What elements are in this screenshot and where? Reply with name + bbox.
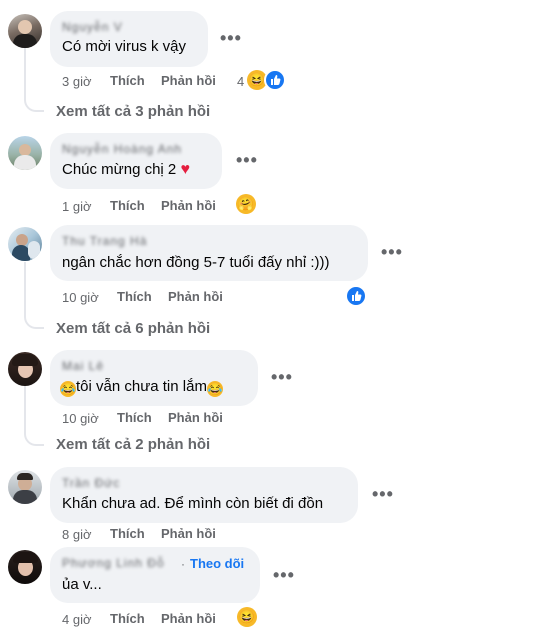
- hug-icon[interactable]: 🤗: [236, 194, 256, 214]
- like-button[interactable]: Thích: [110, 526, 145, 541]
- reply-button[interactable]: Phản hồi: [161, 611, 216, 626]
- comment-time[interactable]: 1 giờ: [62, 199, 92, 214]
- comment-bubble: Phương Linh Đỗ · Theo dõi ủa v...: [50, 547, 260, 603]
- comment-text-content: tôi vẫn chưa tin lắm: [76, 378, 207, 395]
- avatar[interactable]: [8, 550, 42, 584]
- reply-button[interactable]: Phản hồi: [161, 198, 216, 213]
- comment-text: 😂tôi vẫn chưa tin lắm😂: [60, 378, 223, 397]
- comment-time[interactable]: 10 giờ: [62, 290, 99, 305]
- laughing-tears-icon: 😂: [206, 381, 223, 397]
- more-options-icon[interactable]: •••: [220, 29, 242, 47]
- comment-bubble: Trần Đức Khẩn chưa ad. Để mình còn biết …: [50, 467, 358, 523]
- avatar[interactable]: [8, 136, 42, 170]
- follow-button[interactable]: Theo dõi: [190, 556, 244, 571]
- comment-time[interactable]: 4 giờ: [62, 612, 92, 627]
- like-button[interactable]: Thích: [117, 410, 152, 425]
- commenter-name[interactable]: Nguyễn V: [62, 20, 123, 34]
- avatar[interactable]: [8, 14, 42, 48]
- thread-hook: [24, 430, 44, 446]
- comment-bubble: Mai Lê 😂tôi vẫn chưa tin lắm😂: [50, 350, 258, 406]
- comment-bubble: Thu Trang Hà ngân chắc hơn đồng 5-7 tuổi…: [50, 225, 368, 281]
- thread-hook: [24, 313, 44, 329]
- heart-icon: ♥: [180, 161, 190, 178]
- thread-line: [24, 262, 26, 317]
- more-options-icon[interactable]: •••: [381, 243, 403, 261]
- comment-text: Có mời virus k vậy: [62, 38, 187, 55]
- commenter-name[interactable]: Trần Đức: [62, 476, 120, 490]
- thread-hook: [24, 96, 44, 112]
- comment-bubble: Nguyễn V Có mời virus k vậy: [50, 11, 208, 67]
- reply-button[interactable]: Phản hồi: [168, 289, 223, 304]
- commenter-name[interactable]: Thu Trang Hà: [62, 234, 147, 248]
- more-options-icon[interactable]: •••: [236, 151, 258, 169]
- reply-button[interactable]: Phản hồi: [161, 73, 216, 88]
- reaction-count[interactable]: 4: [237, 74, 244, 89]
- comment-text: Khẩn chưa ad. Để mình còn biết đi đồn: [62, 495, 324, 512]
- like-button[interactable]: Thích: [110, 73, 145, 88]
- commenter-name[interactable]: Mai Lê: [62, 359, 104, 373]
- commenter-name[interactable]: Nguyễn Hoàng Anh: [62, 142, 182, 156]
- haha-icon[interactable]: 😆: [237, 607, 257, 627]
- like-icon: [264, 69, 286, 91]
- comment-text-content: Chúc mừng chị 2: [62, 161, 177, 178]
- separator-dot: ·: [181, 557, 185, 571]
- comment-text: ủa v...: [62, 576, 102, 593]
- like-button[interactable]: Thích: [110, 198, 145, 213]
- avatar[interactable]: [8, 227, 42, 261]
- more-options-icon[interactable]: •••: [273, 566, 295, 584]
- view-all-replies-link[interactable]: Xem tất cả 3 phản hồi: [56, 103, 210, 120]
- avatar[interactable]: [8, 470, 42, 504]
- more-options-icon[interactable]: •••: [271, 368, 293, 386]
- view-all-replies-link[interactable]: Xem tất cả 6 phản hồi: [56, 320, 210, 337]
- thread-line: [24, 48, 26, 100]
- more-options-icon[interactable]: •••: [372, 485, 394, 503]
- commenter-name[interactable]: Phương Linh Đỗ: [62, 556, 165, 570]
- comment-time[interactable]: 3 giờ: [62, 74, 92, 89]
- comment-text: ngân chắc hơn đồng 5-7 tuổi đấy nhỉ :))): [62, 254, 330, 271]
- thread-line: [24, 386, 26, 434]
- comment-time[interactable]: 8 giờ: [62, 527, 92, 542]
- comment-time[interactable]: 10 giờ: [62, 411, 99, 426]
- view-all-replies-link[interactable]: Xem tất cả 2 phản hồi: [56, 436, 210, 453]
- like-button[interactable]: Thích: [110, 611, 145, 626]
- laughing-tears-icon: 😂: [60, 381, 76, 397]
- comment-bubble: Nguyễn Hoàng Anh Chúc mừng chị 2 ♥: [50, 133, 222, 189]
- comment-text: Chúc mừng chị 2 ♥: [62, 161, 190, 179]
- reply-button[interactable]: Phản hồi: [168, 410, 223, 425]
- reply-button[interactable]: Phản hồi: [161, 526, 216, 541]
- like-icon[interactable]: [345, 285, 367, 307]
- avatar[interactable]: [8, 352, 42, 386]
- like-button[interactable]: Thích: [117, 289, 152, 304]
